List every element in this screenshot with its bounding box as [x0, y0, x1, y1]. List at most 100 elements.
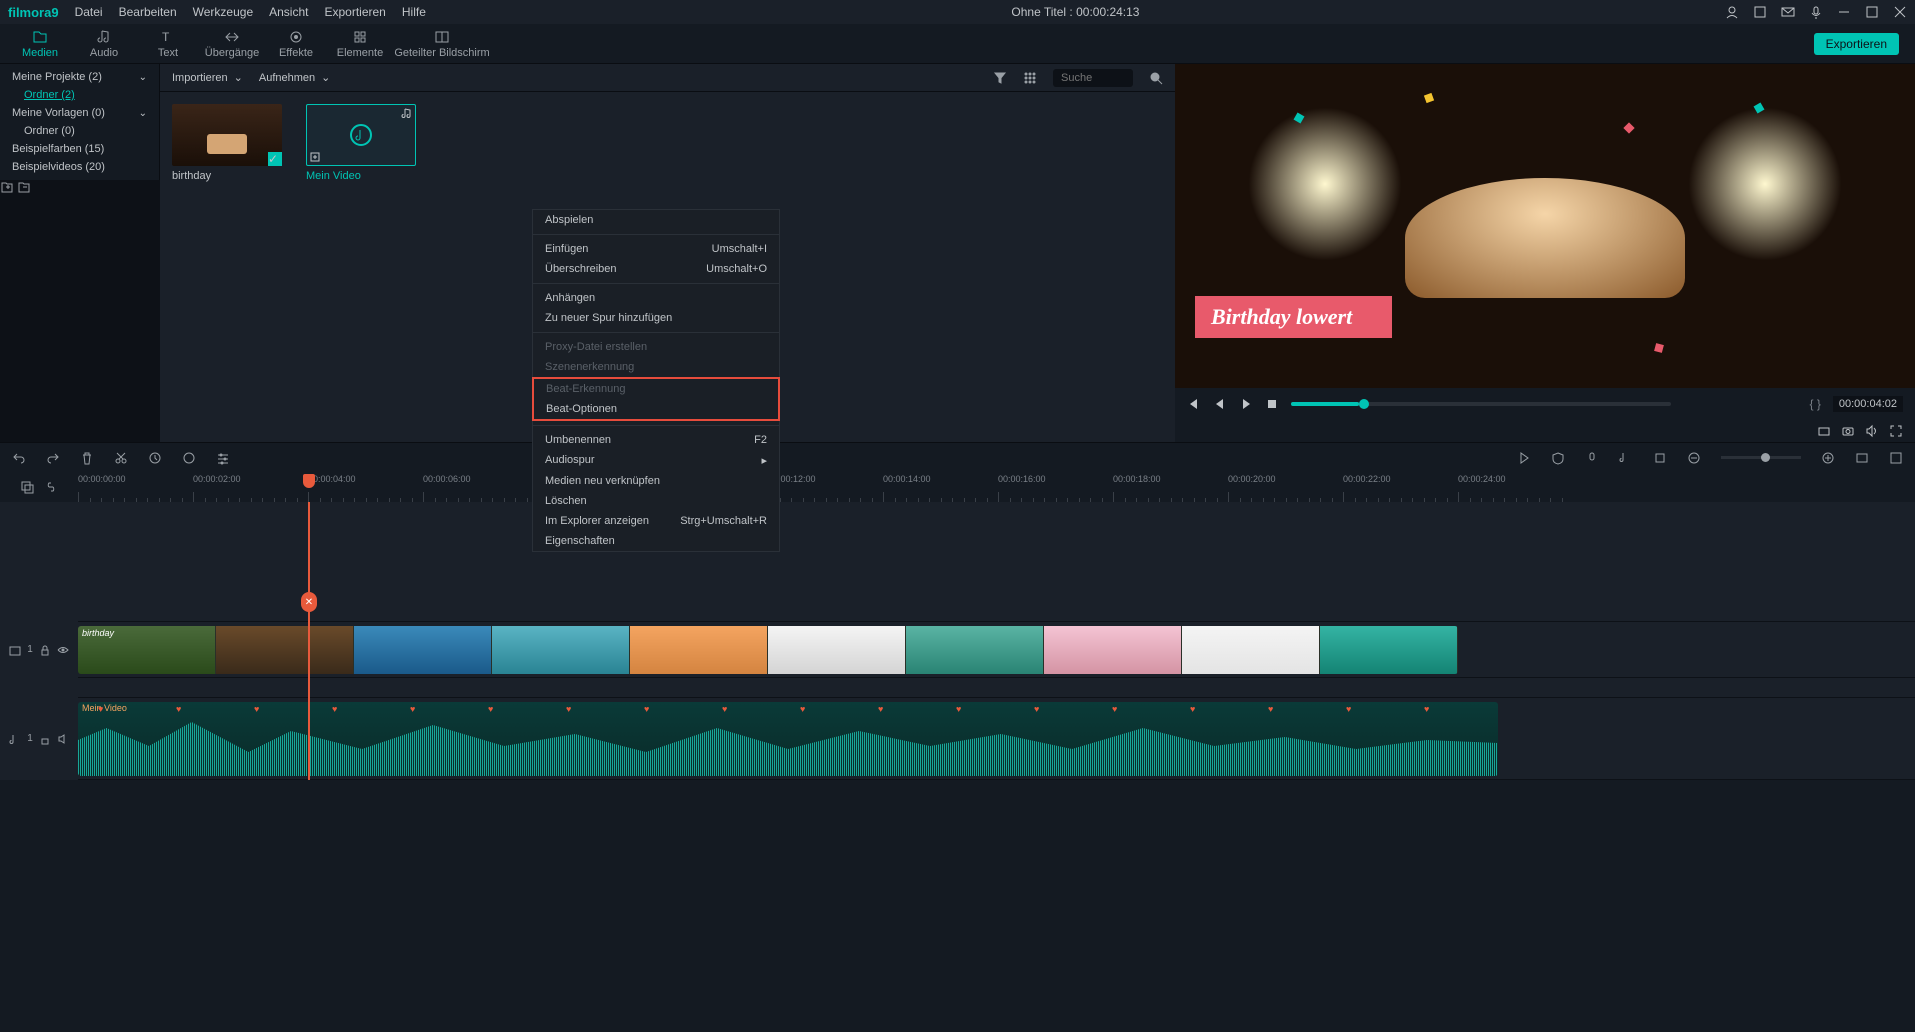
render-icon[interactable]	[1517, 451, 1531, 465]
beat-marker-icon[interactable]: ♥	[956, 704, 961, 714]
close-icon[interactable]	[1893, 5, 1907, 19]
delete-icon[interactable]	[80, 451, 94, 465]
search-icon[interactable]	[1149, 71, 1163, 85]
mixer-icon[interactable]	[1619, 451, 1633, 465]
sidebar-item-folder[interactable]: Ordner (2)	[0, 86, 159, 104]
undo-icon[interactable]	[12, 451, 26, 465]
audio-track[interactable]: 1 Mein Video ♥♥♥♥♥♥♥♥♥♥♥♥♥♥♥♥♥♥	[78, 698, 1915, 780]
tab-media[interactable]: Medien	[8, 24, 72, 64]
menu-item-rename[interactable]: UmbenennenF2	[533, 430, 779, 450]
sidebar-item-templates[interactable]: Meine Vorlagen (0)⌄	[0, 104, 159, 122]
fullscreen-icon[interactable]	[1889, 424, 1903, 438]
menu-export[interactable]: Exportieren	[324, 5, 385, 19]
zoom-thumb[interactable]	[1761, 453, 1770, 462]
cut-icon[interactable]	[114, 451, 128, 465]
import-dropdown[interactable]: Importieren⌄	[172, 71, 243, 84]
menu-item-insert[interactable]: EinfügenUmschalt+I	[533, 239, 779, 259]
remove-folder-icon[interactable]	[17, 180, 31, 194]
shield-icon[interactable]	[1551, 451, 1565, 465]
marker-tool-icon[interactable]	[148, 451, 162, 465]
menu-item-beat-options[interactable]: Beat-Optionen	[534, 399, 778, 419]
beat-marker-icon[interactable]: ♥	[254, 704, 259, 714]
search-input[interactable]	[1053, 69, 1133, 87]
volume-icon[interactable]	[1865, 424, 1879, 438]
user-icon[interactable]	[1725, 5, 1739, 19]
crop-icon[interactable]	[1653, 451, 1667, 465]
beat-marker-icon[interactable]: ♥	[1346, 704, 1351, 714]
stop-icon[interactable]	[1265, 397, 1279, 411]
adjust-icon[interactable]	[216, 451, 230, 465]
eye-icon[interactable]	[57, 644, 69, 656]
beat-marker-icon[interactable]: ♥	[1268, 704, 1273, 714]
beat-marker-icon[interactable]: ♥	[644, 704, 649, 714]
timeline-ruler[interactable]: 00:00:00:0000:00:02:0000:00:04:0000:00:0…	[78, 472, 1915, 502]
step-back-icon[interactable]	[1213, 397, 1227, 411]
menu-tools[interactable]: Werkzeuge	[193, 5, 253, 19]
speaker-icon[interactable]	[57, 733, 69, 745]
menu-item-explorer[interactable]: Im Explorer anzeigenStrg+Umschalt+R	[533, 511, 779, 531]
tab-elements[interactable]: Elemente	[328, 24, 392, 64]
media-item-birthday[interactable]: ✓ birthday	[172, 104, 282, 182]
tab-splitscreen[interactable]: Geteilter Bildschirm	[392, 24, 492, 64]
menu-item-properties[interactable]: Eigenschaften	[533, 531, 779, 551]
beat-marker-icon[interactable]: ♥	[98, 704, 103, 714]
beat-marker-icon[interactable]: ♥	[1034, 704, 1039, 714]
menu-item-audiotrack[interactable]: Audiospur▸	[533, 450, 779, 471]
beat-marker-icon[interactable]: ♥	[1112, 704, 1117, 714]
fit-icon[interactable]	[1855, 451, 1869, 465]
mail-icon[interactable]	[1781, 5, 1795, 19]
sidebar-item-videos[interactable]: Beispielvideos (20)	[0, 158, 159, 176]
record-dropdown[interactable]: Aufnehmen⌄	[259, 71, 330, 84]
progress-bar[interactable]	[1291, 402, 1671, 406]
video-clip[interactable]: birthday	[78, 626, 1458, 674]
redo-icon[interactable]	[46, 451, 60, 465]
tab-audio[interactable]: Audio	[72, 24, 136, 64]
beat-marker-icon[interactable]: ♥	[878, 704, 883, 714]
menu-item-newtrack[interactable]: Zu neuer Spur hinzufügen	[533, 308, 779, 328]
menu-item-delete[interactable]: Löschen	[533, 491, 779, 511]
mic-icon[interactable]	[1585, 451, 1599, 465]
screenshot-icon[interactable]	[1817, 424, 1831, 438]
sidebar-item-folder[interactable]: Ordner (0)	[0, 122, 159, 140]
beat-marker-icon[interactable]: ♥	[566, 704, 571, 714]
beat-marker-icon[interactable]: ♥	[488, 704, 493, 714]
playhead[interactable]: ✕	[308, 502, 310, 780]
tab-text[interactable]: T Text	[136, 24, 200, 64]
tab-effects[interactable]: Effekte	[264, 24, 328, 64]
menu-edit[interactable]: Bearbeiten	[119, 5, 177, 19]
speed-icon[interactable]	[182, 451, 196, 465]
audio-clip[interactable]: Mein Video ♥♥♥♥♥♥♥♥♥♥♥♥♥♥♥♥♥♥	[78, 702, 1498, 776]
filter-icon[interactable]	[993, 71, 1007, 85]
menu-item-play[interactable]: Abspielen	[533, 210, 779, 230]
progress-thumb[interactable]	[1359, 399, 1369, 409]
menu-help[interactable]: Hilfe	[402, 5, 426, 19]
prev-frame-icon[interactable]	[1187, 397, 1201, 411]
beat-marker-icon[interactable]: ♥	[1424, 704, 1429, 714]
copy-icon[interactable]	[20, 480, 34, 494]
menu-file[interactable]: Datei	[75, 5, 103, 19]
settings-icon[interactable]	[1889, 451, 1903, 465]
sidebar-item-colors[interactable]: Beispielfarben (15)	[0, 140, 159, 158]
playhead-handle[interactable]	[303, 474, 315, 488]
export-button[interactable]: Exportieren	[1814, 33, 1899, 55]
beat-marker-icon[interactable]: ♥	[1190, 704, 1195, 714]
camera-icon[interactable]	[1841, 424, 1855, 438]
grid-icon[interactable]	[1023, 71, 1037, 85]
menu-item-append[interactable]: Anhängen	[533, 288, 779, 308]
save-icon[interactable]	[1753, 5, 1767, 19]
menu-item-relink[interactable]: Medien neu verknüpfen	[533, 471, 779, 491]
maximize-icon[interactable]	[1865, 5, 1879, 19]
media-item-meinvideo[interactable]: Mein Video	[306, 104, 416, 182]
menu-item-overwrite[interactable]: ÜberschreibenUmschalt+O	[533, 259, 779, 279]
zoom-slider[interactable]	[1721, 456, 1801, 459]
video-track[interactable]: 1 birthday	[78, 622, 1915, 678]
timeline-tracks[interactable]: ✕ 1 birthday 1	[78, 502, 1915, 780]
beat-marker-icon[interactable]: ♥	[332, 704, 337, 714]
menu-view[interactable]: Ansicht	[269, 5, 308, 19]
tab-transitions[interactable]: Übergänge	[200, 24, 264, 64]
add-folder-icon[interactable]	[0, 180, 14, 194]
link-icon[interactable]	[44, 480, 58, 494]
lock-icon[interactable]	[39, 644, 51, 656]
beat-marker-icon[interactable]: ♥	[176, 704, 181, 714]
zoom-out-icon[interactable]	[1687, 451, 1701, 465]
